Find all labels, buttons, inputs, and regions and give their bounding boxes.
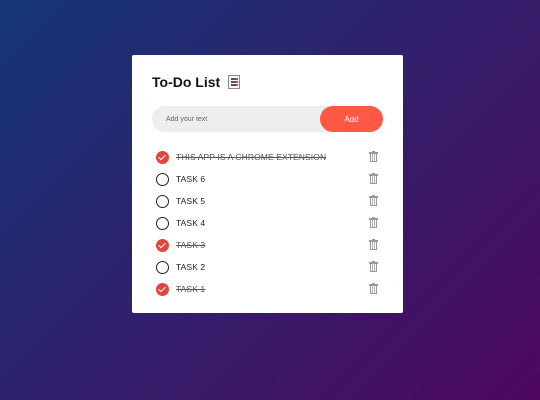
notepad-icon	[228, 75, 241, 89]
task-item[interactable]: TASK 3	[152, 234, 383, 256]
trash-icon[interactable]	[369, 239, 378, 251]
task-text: TASK 4	[176, 218, 206, 228]
task-item[interactable]: TASK 2	[152, 256, 383, 278]
trash-icon[interactable]	[369, 217, 378, 229]
task-text: TASK 1	[176, 284, 206, 294]
checked-circle-icon[interactable]	[156, 150, 169, 164]
page-title: To-Do List	[152, 74, 221, 90]
trash-icon[interactable]	[369, 283, 378, 295]
task-item[interactable]: THIS APP IS A CHROME EXTENSION	[152, 146, 383, 168]
unchecked-circle-icon[interactable]	[156, 216, 169, 230]
task-text: TASK 3	[176, 240, 206, 250]
task-item[interactable]: TASK 1	[152, 278, 383, 300]
add-task-row: Add	[152, 106, 383, 132]
task-item[interactable]: TASK 5	[152, 190, 383, 212]
trash-icon[interactable]	[369, 195, 378, 207]
header: To-Do List	[152, 74, 383, 90]
unchecked-circle-icon[interactable]	[156, 260, 169, 274]
trash-icon[interactable]	[369, 173, 378, 185]
task-text: TASK 2	[176, 262, 206, 272]
task-item[interactable]: TASK 6	[152, 168, 383, 190]
task-item[interactable]: TASK 4	[152, 212, 383, 234]
task-text: THIS APP IS A CHROME EXTENSION	[176, 152, 327, 162]
todo-card: To-Do List Add THIS APP IS A CHROME EXTE…	[132, 55, 403, 313]
checked-circle-icon[interactable]	[156, 238, 169, 252]
unchecked-circle-icon[interactable]	[156, 172, 169, 186]
checked-circle-icon[interactable]	[156, 282, 169, 296]
unchecked-circle-icon[interactable]	[156, 194, 169, 208]
trash-icon[interactable]	[369, 261, 378, 273]
task-text: TASK 5	[176, 196, 206, 206]
add-button[interactable]: Add	[320, 106, 383, 132]
task-input[interactable]	[166, 106, 306, 132]
trash-icon[interactable]	[369, 151, 378, 163]
task-text: TASK 6	[176, 174, 206, 184]
task-list: THIS APP IS A CHROME EXTENSION TASK 6 TASK…	[152, 146, 383, 300]
